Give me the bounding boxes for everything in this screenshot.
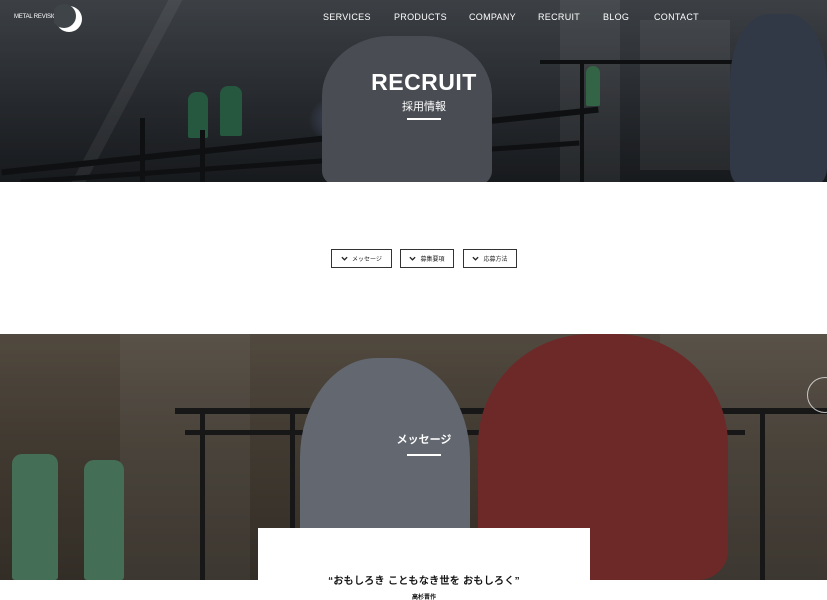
anchor-label: メッセージ <box>352 257 382 263</box>
anchor-label: 募集要項 <box>420 257 445 263</box>
anchor-message-button[interactable]: メッセージ <box>331 249 392 268</box>
anchor-requirements-button[interactable]: 募集要項 <box>400 249 454 268</box>
page-subtitle: 採用情報 <box>402 101 446 113</box>
quote-card <box>258 528 590 600</box>
nav-products[interactable]: PRODUCTS <box>394 12 447 22</box>
quote-text: “おもしろき こともなき世を おもしろく” <box>328 576 520 587</box>
message-underline <box>407 454 441 456</box>
nav-recruit[interactable]: RECRUIT <box>538 12 580 22</box>
nav-company[interactable]: COMPANY <box>469 12 516 22</box>
anchor-links: メッセージ 募集要項 応募方法 <box>0 249 827 269</box>
chevron-down-icon <box>409 256 417 261</box>
chevron-down-icon <box>341 256 348 261</box>
chevron-down-icon <box>472 256 480 261</box>
anchor-label: 応募方法 <box>483 257 508 263</box>
nav-blog[interactable]: BLOG <box>603 12 629 22</box>
page-title: RECRUIT <box>371 69 477 95</box>
main-nav: SERVICES PRODUCTS COMPANY RECRUIT BLOG C… <box>0 12 827 26</box>
nav-contact[interactable]: CONTACT <box>654 12 699 22</box>
title-underline <box>407 118 441 120</box>
anchor-apply-button[interactable]: 応募方法 <box>463 249 517 268</box>
nav-services[interactable]: SERVICES <box>323 12 371 22</box>
quote-author: 高杉晋作 <box>411 595 436 600</box>
message-heading: メッセージ <box>396 434 452 446</box>
hero-banner: METAL REVISION SERVICES PRODUCTS COMPANY… <box>0 0 827 182</box>
